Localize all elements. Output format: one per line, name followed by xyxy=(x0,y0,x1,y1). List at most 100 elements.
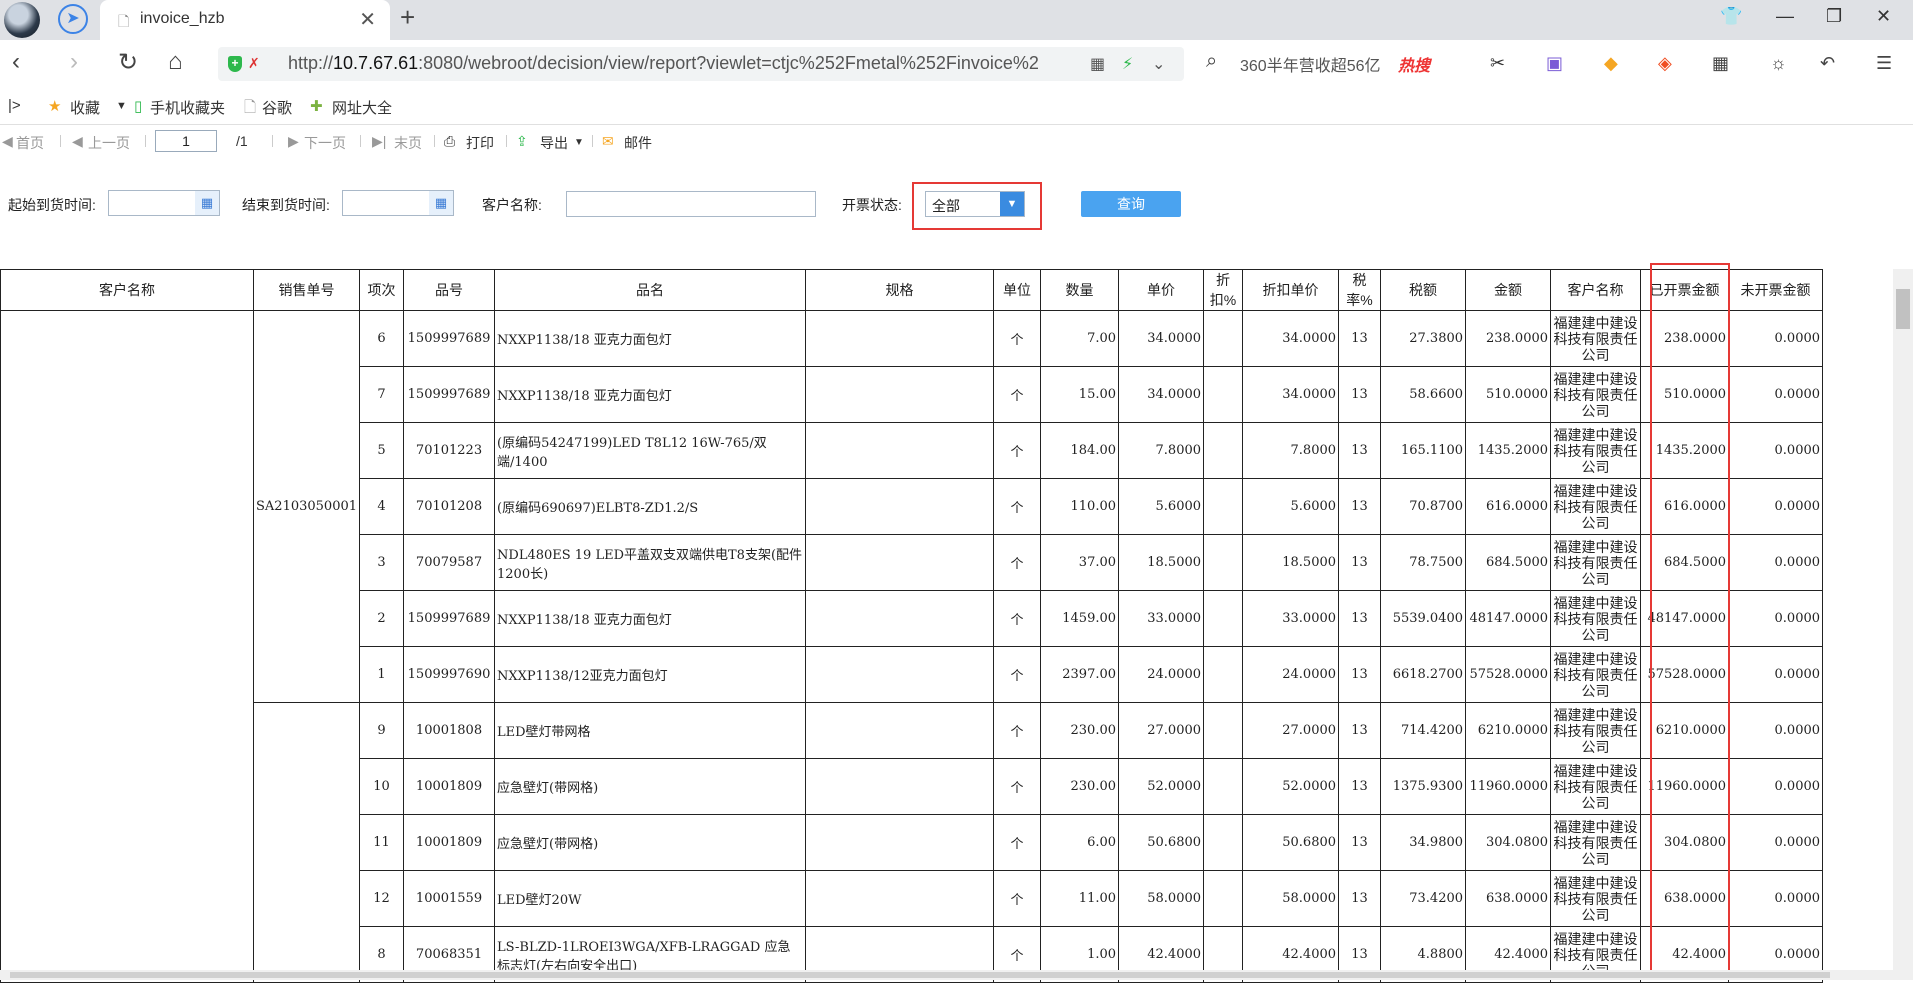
table-cell: 78.7500 xyxy=(1380,534,1467,591)
table-cell xyxy=(1203,758,1244,815)
customer-name-input[interactable] xyxy=(566,191,816,217)
close-window-icon[interactable]: ✕ xyxy=(1876,6,1891,27)
table-cell: 0.0000 xyxy=(1728,758,1824,815)
export-button[interactable]: 导出 xyxy=(540,133,568,153)
table-cell: 48147.0000 xyxy=(1465,590,1552,647)
table-cell: 个 xyxy=(993,422,1042,479)
horizontal-scrollbar[interactable] xyxy=(0,970,1893,980)
qr-code-icon[interactable]: ▦ xyxy=(1090,54,1105,74)
browser-tab[interactable]: 🗋 invoice_hzb ✕ xyxy=(100,0,390,40)
table-cell: 5.6000 xyxy=(1242,478,1340,535)
security-shield-icon[interactable]: + xyxy=(228,56,242,72)
prev-page-icon: ◀ xyxy=(72,133,83,149)
menu-icon[interactable]: ☰ xyxy=(1876,53,1892,74)
column-header: 销售单号 xyxy=(252,269,361,311)
minimize-icon[interactable]: — xyxy=(1776,6,1794,27)
scissors-icon[interactable]: ✂ xyxy=(1490,53,1505,74)
table-cell: NXXP1138/18 亚克力面包灯 xyxy=(494,366,807,423)
calendar-icon[interactable]: ▦ xyxy=(429,191,453,215)
column-header: 折扣单价 xyxy=(1242,269,1340,311)
table-cell xyxy=(1203,366,1244,423)
home-icon[interactable]: ⌂ xyxy=(168,48,183,76)
close-tab-icon[interactable]: ✕ xyxy=(359,7,376,32)
table-cell: NDL480ES 19 LED平盖双支双端供电T8支架(配件 1200长) xyxy=(494,534,807,591)
chevron-down-icon[interactable]: ▼ xyxy=(116,100,127,112)
new-tab-button[interactable]: + xyxy=(400,2,415,33)
address-bar[interactable]: + ✗ http://10.7.67.61:8080/webroot/decis… xyxy=(218,47,1184,81)
bookmark-mobile[interactable]: 手机收藏夹 xyxy=(150,97,225,118)
url-text[interactable]: http://10.7.67.61:8080/webroot/decision/… xyxy=(288,53,1039,74)
column-header: 单位 xyxy=(993,269,1042,311)
mail-icon: ✉ xyxy=(602,133,614,149)
restore-icon[interactable]: ❐ xyxy=(1826,6,1842,27)
table-cell: 110.00 xyxy=(1040,478,1120,535)
column-header: 品名 xyxy=(494,269,807,311)
vertical-scrollbar[interactable] xyxy=(1893,269,1913,980)
table-cell: 0.0000 xyxy=(1728,422,1824,479)
next-page-icon: ▶ xyxy=(288,133,299,149)
table-cell: 70101208 xyxy=(403,478,496,535)
mail-button[interactable]: 邮件 xyxy=(624,133,652,153)
table-cell: 1435.2000 xyxy=(1465,422,1552,479)
table-cell: 福建建中建设科技有限责任公司 xyxy=(1550,366,1642,423)
page-number-input[interactable]: 1 xyxy=(155,130,217,152)
shirt-icon[interactable]: 👕 xyxy=(1720,6,1742,27)
brightness-icon[interactable]: ☼ xyxy=(1770,53,1787,74)
table-cell: 福建建中建设科技有限责任公司 xyxy=(1550,758,1642,815)
chevron-down-icon[interactable]: ⌄ xyxy=(1152,54,1165,74)
order-number-cell: SA2103050001 xyxy=(252,310,361,703)
end-date-input[interactable]: ▦ xyxy=(342,190,454,216)
chevron-down-icon[interactable]: ▼ xyxy=(574,137,584,148)
table-cell: 5.6000 xyxy=(1118,478,1205,535)
table-cell: 230.00 xyxy=(1040,758,1120,815)
table-cell: 34.9800 xyxy=(1380,814,1467,871)
query-button[interactable]: 查询 xyxy=(1081,191,1181,217)
divider xyxy=(145,135,146,147)
navigation-arrow-icon[interactable]: ➤ xyxy=(58,4,88,34)
column-header: 税额 xyxy=(1380,269,1467,311)
bookmark-google[interactable]: 谷歌 xyxy=(262,97,292,118)
table-row: 9 10001808 LED壁灯带网格个 230.00 27.0000 27.0000 13… xyxy=(1,702,1824,983)
table-cell: 7.8000 xyxy=(1242,422,1340,479)
hot-search-badge[interactable]: 热搜 xyxy=(1398,52,1430,76)
scroll-thumb[interactable] xyxy=(10,972,1830,978)
sidebar-toggle-icon[interactable]: |> xyxy=(8,97,21,114)
table-cell: 616.0000 xyxy=(1465,478,1552,535)
table-cell: 0.0000 xyxy=(1728,870,1824,927)
user-avatar[interactable] xyxy=(4,2,40,38)
table-cell: 13 xyxy=(1338,870,1382,927)
table-cell: 10001559 xyxy=(403,870,496,927)
document-icon: 🗋 xyxy=(118,13,130,29)
prev-page-button[interactable]: 上一页 xyxy=(88,133,130,153)
search-icon[interactable]: ⌕ xyxy=(1206,50,1217,73)
table-cell: NXXP1138/18 亚克力面包灯 xyxy=(494,590,807,647)
calendar-icon[interactable]: ▦ xyxy=(195,191,219,215)
print-button[interactable]: 打印 xyxy=(466,133,494,153)
translate-icon[interactable]: ▣ xyxy=(1546,53,1563,74)
table-cell: 34.0000 xyxy=(1242,310,1340,367)
table-cell: 个 xyxy=(993,870,1042,927)
table-cell xyxy=(805,422,995,479)
table-cell xyxy=(1203,814,1244,871)
forward-icon[interactable]: › xyxy=(70,48,78,76)
back-icon[interactable]: ‹ xyxy=(12,48,20,76)
undo-icon[interactable]: ↶ xyxy=(1820,53,1835,74)
table-cell: 0.0000 xyxy=(1728,646,1824,703)
shopping-icon[interactable]: ◆ xyxy=(1604,53,1618,74)
bookmark-site-nav[interactable]: 网址大全 xyxy=(332,97,392,118)
start-date-input[interactable]: ▦ xyxy=(108,190,220,216)
apps-grid-icon[interactable]: ▦ xyxy=(1712,53,1729,74)
table-cell: 13 xyxy=(1338,478,1382,535)
game-icon[interactable]: ◈ xyxy=(1658,53,1672,74)
first-page-button[interactable]: 首页 xyxy=(16,133,44,153)
search-suggestion[interactable]: 360半年营收超56亿 xyxy=(1240,52,1381,76)
reload-icon[interactable]: ↻ xyxy=(118,48,138,77)
lightning-icon[interactable]: ⚡ xyxy=(1122,54,1133,74)
table-cell: (原编码54247199)LED T8L12 16W-765/双端/1400 xyxy=(494,422,807,479)
end-date-label: 结束到货时间: xyxy=(242,197,330,213)
table-cell: 34.0000 xyxy=(1242,366,1340,423)
bookmark-favorites[interactable]: 收藏 xyxy=(70,97,100,118)
scroll-thumb[interactable] xyxy=(1896,289,1910,329)
last-page-button[interactable]: 末页 xyxy=(394,133,422,153)
next-page-button[interactable]: 下一页 xyxy=(304,133,346,153)
